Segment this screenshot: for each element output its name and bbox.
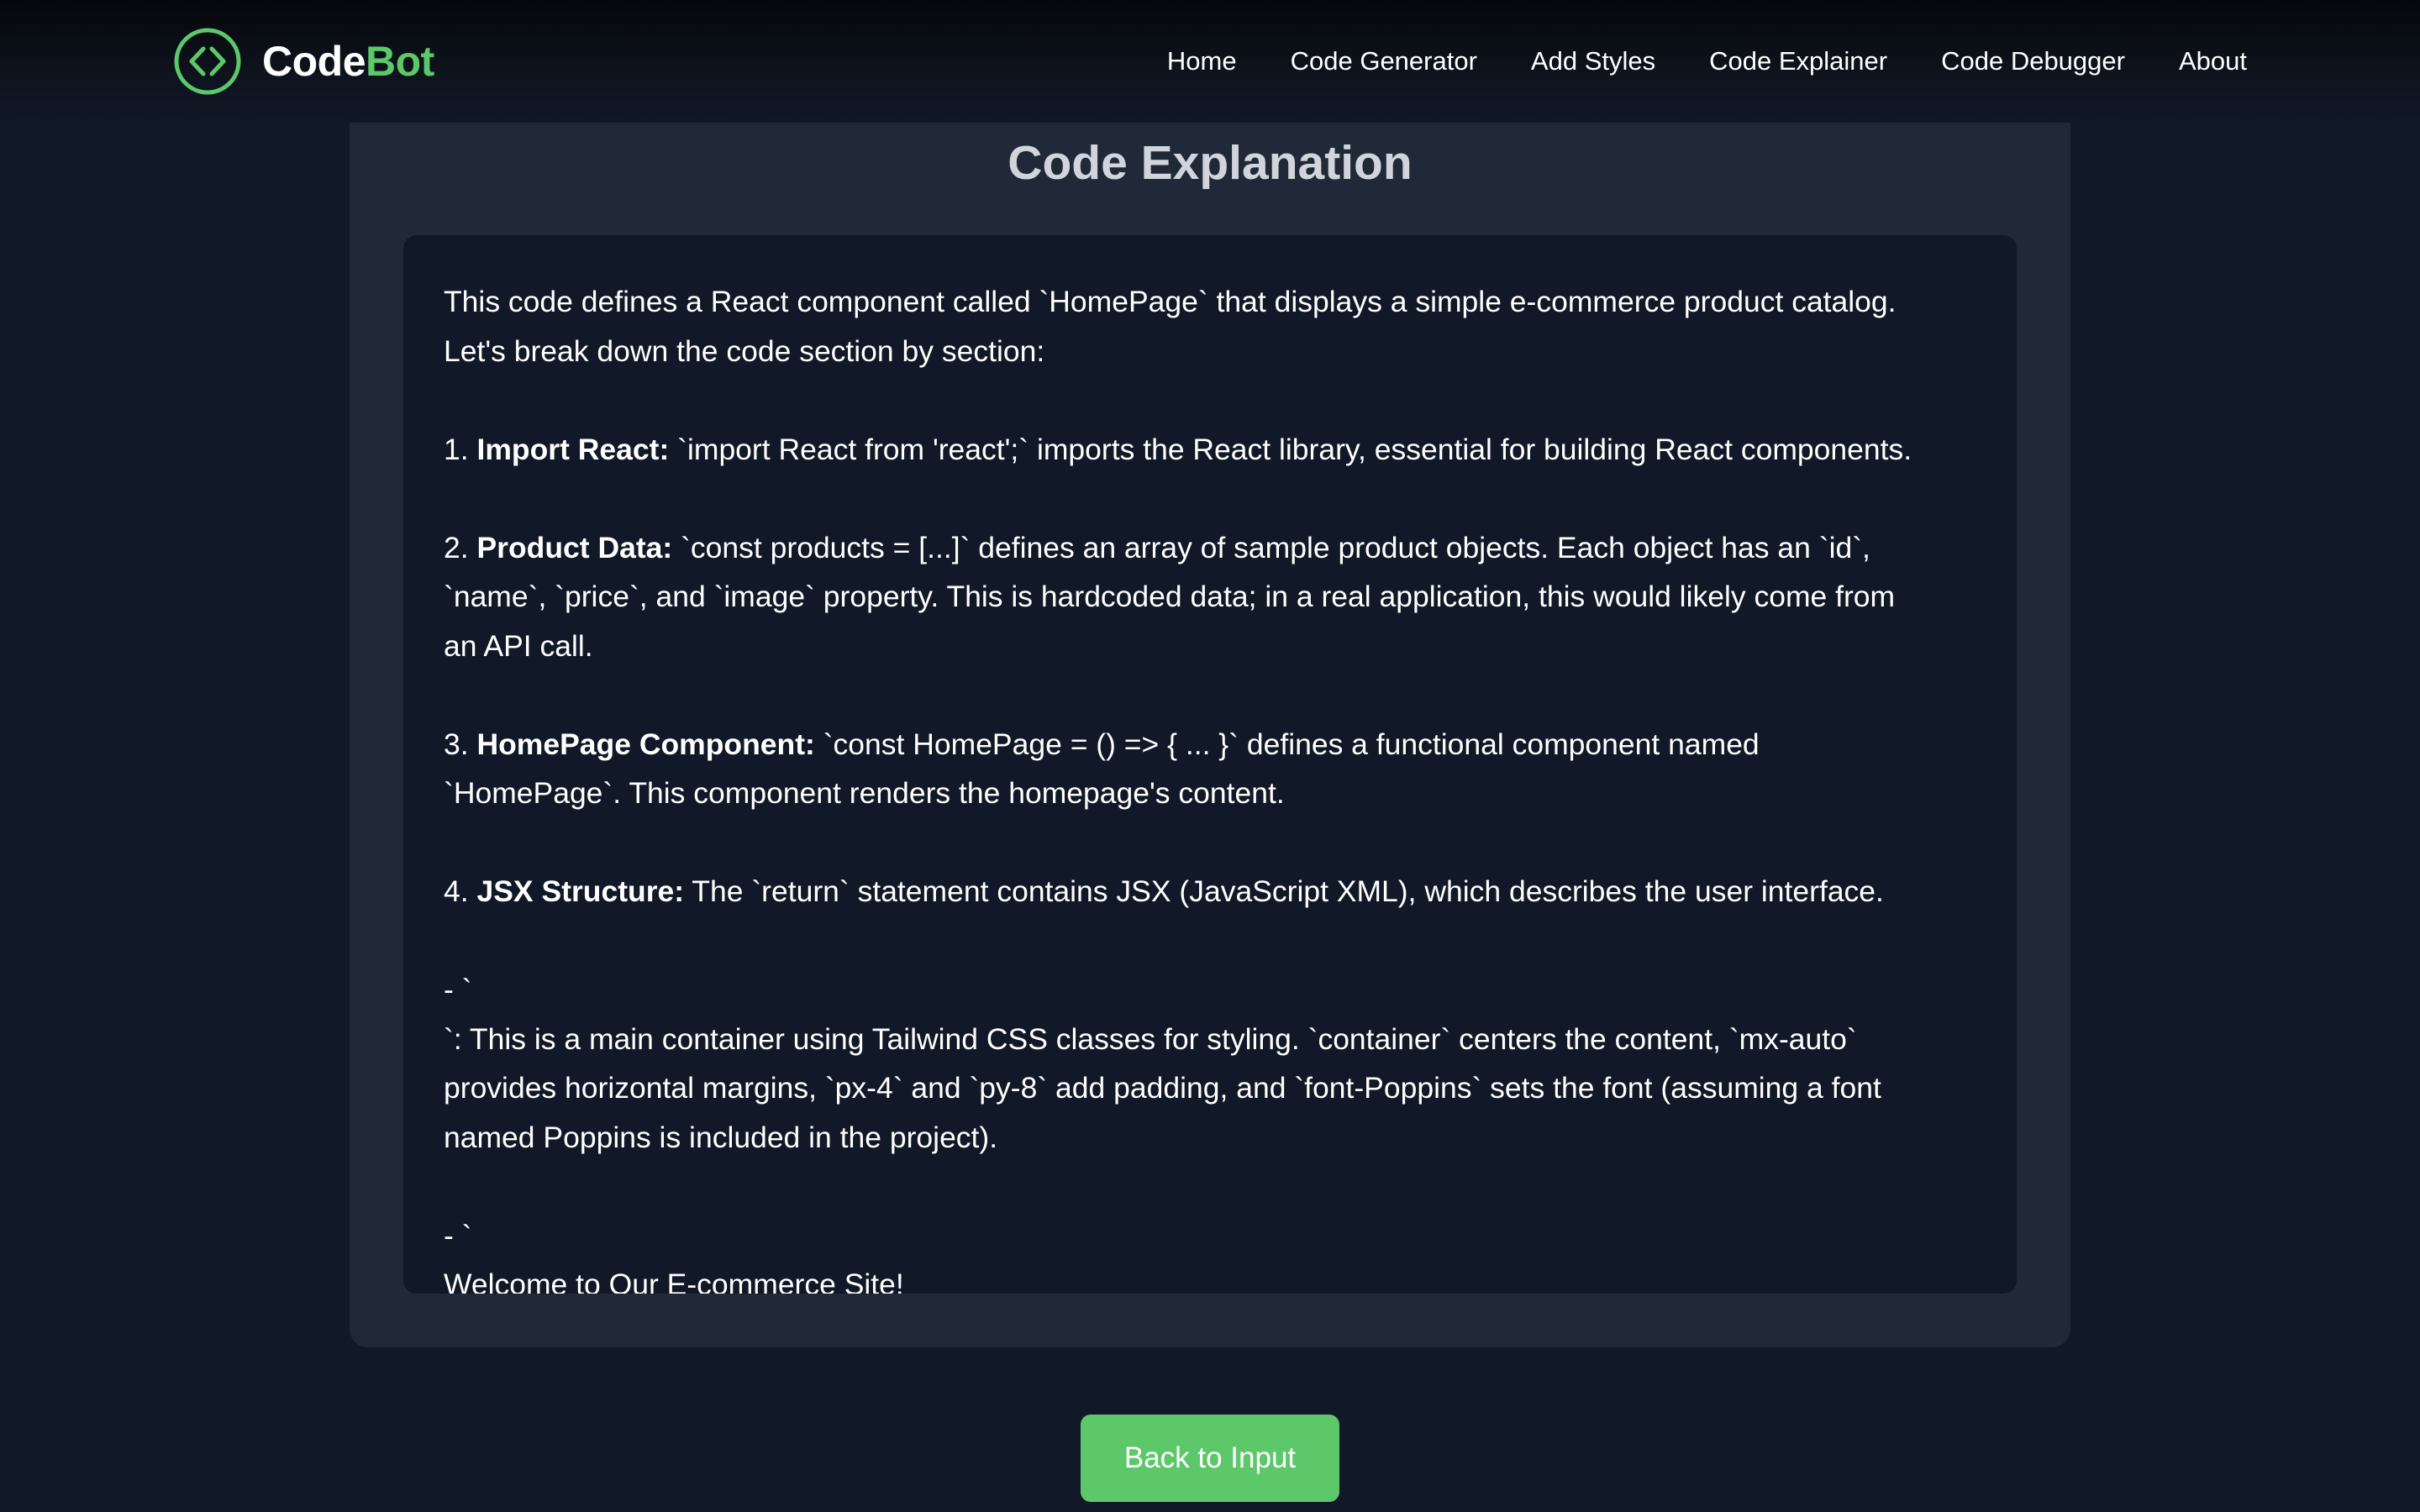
back-to-input-button[interactable]: Back to Input [1081, 1415, 1339, 1502]
sub-item-welcome-line: Welcome to Our E-commerce Site! [444, 1268, 904, 1294]
nav-link-code-generator[interactable]: Code Generator [1291, 46, 1477, 76]
sub-item-marker: - ` [444, 973, 472, 1006]
brand-name-bot: Bot [366, 38, 434, 85]
item-jsx-structure: 4. JSX Structure: The `return` statement… [444, 867, 1981, 916]
item-heading: Import React: [476, 432, 670, 466]
page-title: Code Explanation [1007, 136, 1413, 190]
item-text: `const HomePage = () => { ... }` defines… [814, 727, 1760, 761]
brand-logo-link[interactable]: CodeBot [173, 25, 434, 97]
intro-line-1: This code defines a React component call… [444, 285, 1897, 318]
item-product-data: 2. Product Data: `const products = [...]… [444, 523, 1981, 573]
item-homepage-component-line-2: `HomePage`. This component renders the h… [444, 776, 1285, 810]
item-product-data-line-2: `name`, `price`, and `image` property. T… [444, 580, 1896, 613]
intro-line-2: Let's break down the code section by sec… [444, 333, 1045, 368]
item-number: 2. [444, 530, 477, 564]
sub-item-marker: - ` [444, 1218, 472, 1252]
item-text: `const products = [...]` defines an arra… [672, 530, 1870, 564]
item-text: The `return` statement contains JSX (Jav… [684, 874, 1884, 908]
nav-link-add-styles[interactable]: Add Styles [1531, 46, 1655, 76]
sub-item-container-line-1: `: This is a main container using Tailwi… [444, 1021, 1857, 1056]
sub-item-container-line-2: provides horizontal margins, `px-4` and … [444, 1071, 1881, 1105]
navbar: CodeBot Home Code Generator Add Styles C… [0, 0, 2420, 123]
nav-link-code-debugger[interactable]: Code Debugger [1941, 46, 2125, 76]
item-number: 4. [444, 874, 477, 908]
item-homepage-component: 3. HomePage Component: `const HomePage =… [444, 720, 1981, 769]
code-brackets-circle-icon [174, 28, 241, 95]
item-product-data-line-3: an API call. [444, 628, 593, 663]
item-text: `import React from 'react';` imports the… [669, 432, 1912, 466]
nav-link-code-explainer[interactable]: Code Explainer [1709, 46, 1887, 76]
brand-name: CodeBot [262, 40, 434, 82]
nav-link-about[interactable]: About [2179, 46, 2247, 76]
nav-link-home[interactable]: Home [1167, 46, 1237, 76]
item-number: 3. [444, 727, 477, 761]
main-nav: Home Code Generator Add Styles Code Expl… [1167, 39, 2247, 84]
explanation-card: Code Explanation This code defines a Rea… [350, 92, 2070, 1347]
sub-item-container-line-3: named Poppins is included in the project… [444, 1120, 998, 1154]
item-import-react: 1. Import React: `import React from 'rea… [444, 425, 1981, 475]
item-heading: HomePage Component: [476, 727, 815, 761]
item-heading: Product Data: [476, 530, 673, 564]
item-number: 1. [444, 432, 477, 466]
brand-name-code: Code [262, 38, 366, 85]
explanation-output[interactable]: This code defines a React component call… [403, 235, 2017, 1294]
item-heading: JSX Structure: [476, 874, 685, 908]
explanation-text: This code defines a React component call… [444, 277, 1981, 1294]
